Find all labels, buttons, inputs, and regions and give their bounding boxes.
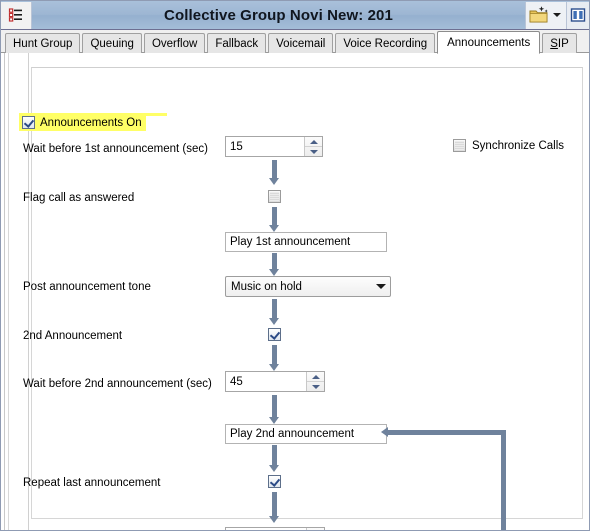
announcements-on-label: Announcements On [40, 116, 142, 129]
label-flag-call-answered: Flag call as answered [23, 192, 135, 204]
panel-right-edge [584, 53, 589, 530]
loop-back-right-segment [501, 430, 506, 530]
loop-back-top-segment [388, 430, 506, 435]
label-post-announcement-tone: Post announcement tone [23, 281, 151, 293]
flow-arrow-1 [269, 160, 280, 185]
combobox-dropdown-icon[interactable] [372, 277, 390, 296]
synchronize-calls-checkbox-row[interactable]: Synchronize Calls [453, 139, 564, 152]
title-bar: Collective Group Novi New: 201 [1, 1, 589, 30]
folder-star-icon-glyph [529, 6, 548, 23]
repeat-last-announcement-checkbox[interactable] [268, 475, 281, 488]
loop-back-arrow-head [381, 427, 388, 437]
synchronize-calls-label: Synchronize Calls [472, 139, 565, 152]
flow-arrow-7 [269, 445, 280, 472]
panel-edge-rule-2 [8, 53, 9, 530]
tab-hunt-group[interactable]: Hunt Group [5, 33, 81, 53]
announcements-on-checkbox[interactable] [22, 116, 35, 129]
page-title: Collective Group Novi New: 201 [164, 6, 393, 24]
spinner-up-icon[interactable] [307, 372, 324, 382]
wait-before-2nd-spin-buttons[interactable] [306, 372, 324, 391]
spinner-down-icon[interactable] [307, 382, 324, 391]
announcements-on-checkbox-row[interactable]: Announcements On [19, 114, 146, 131]
play-2nd-announcement-textbox[interactable]: Play 2nd announcement [225, 424, 387, 444]
flow-arrow-4 [269, 299, 280, 325]
tab-sip-rest: IP [557, 38, 569, 50]
post-announcement-tone-value: Music on hold [231, 280, 302, 293]
flow-arrow-2 [269, 207, 280, 232]
tab-voice-recording[interactable]: Voice Recording [335, 33, 436, 53]
wait-before-2nd-value[interactable]: 45 [226, 372, 306, 391]
wait-before-1st-spinner[interactable]: 15 [225, 136, 323, 157]
tab-sip[interactable]: SIP [542, 33, 577, 53]
wait-before-repeat-spinner[interactable]: 45 [225, 527, 325, 530]
flow-arrow-5 [269, 345, 280, 371]
dialog-window: Collective Group Novi New: 201 Hunt Grou… [0, 0, 590, 531]
label-repeat-last-announcement: Repeat last announcement [23, 477, 161, 489]
play-1st-announcement-textbox[interactable]: Play 1st announcement [225, 232, 387, 252]
wait-before-1st-value[interactable]: 15 [226, 137, 304, 156]
post-announcement-tone-combobox[interactable]: Music on hold [225, 276, 391, 297]
book-icon-glyph [570, 8, 586, 22]
list-settings-icon[interactable] [1, 1, 32, 29]
tab-announcements[interactable]: Announcements [437, 31, 541, 54]
spinner-up-icon[interactable] [305, 137, 322, 147]
tab-bar: Hunt Group Queuing Overflow Fallback Voi… [1, 30, 589, 54]
chevron-down-icon-glyph [553, 13, 561, 17]
book-icon[interactable] [566, 1, 589, 29]
second-announcement-checkbox[interactable] [268, 328, 281, 341]
folder-star-icon[interactable] [528, 3, 550, 28]
flow-arrow-8 [269, 492, 280, 523]
synchronize-calls-checkbox[interactable] [453, 139, 466, 152]
tab-voicemail[interactable]: Voicemail [268, 33, 334, 53]
tab-fallback[interactable]: Fallback [207, 33, 267, 53]
announcements-panel: Announcements On Synchronize Calls Wait … [1, 53, 589, 530]
tab-queuing[interactable]: Queuing [82, 33, 142, 53]
chevron-down-icon[interactable] [550, 3, 564, 28]
spinner-down-icon[interactable] [305, 147, 322, 156]
tab-sip-mnemonic: S [550, 38, 558, 50]
wait-before-1st-spin-buttons[interactable] [304, 137, 322, 156]
flow-arrow-6 [269, 395, 280, 424]
panel-edge-rule-1 [4, 53, 5, 530]
wait-before-2nd-spinner[interactable]: 45 [225, 371, 325, 392]
label-wait-before-1st: Wait before 1st announcement (sec) [23, 143, 208, 155]
list-settings-icon-glyph [8, 8, 22, 22]
label-wait-before-2nd: Wait before 2nd announcement (sec) [23, 378, 212, 390]
flag-call-answered-checkbox[interactable] [268, 190, 281, 203]
tab-overflow[interactable]: Overflow [143, 33, 206, 53]
title-bar-toolbar [525, 1, 566, 29]
label-2nd-announcement: 2nd Announcement [23, 330, 123, 342]
flow-arrow-3 [269, 253, 280, 276]
